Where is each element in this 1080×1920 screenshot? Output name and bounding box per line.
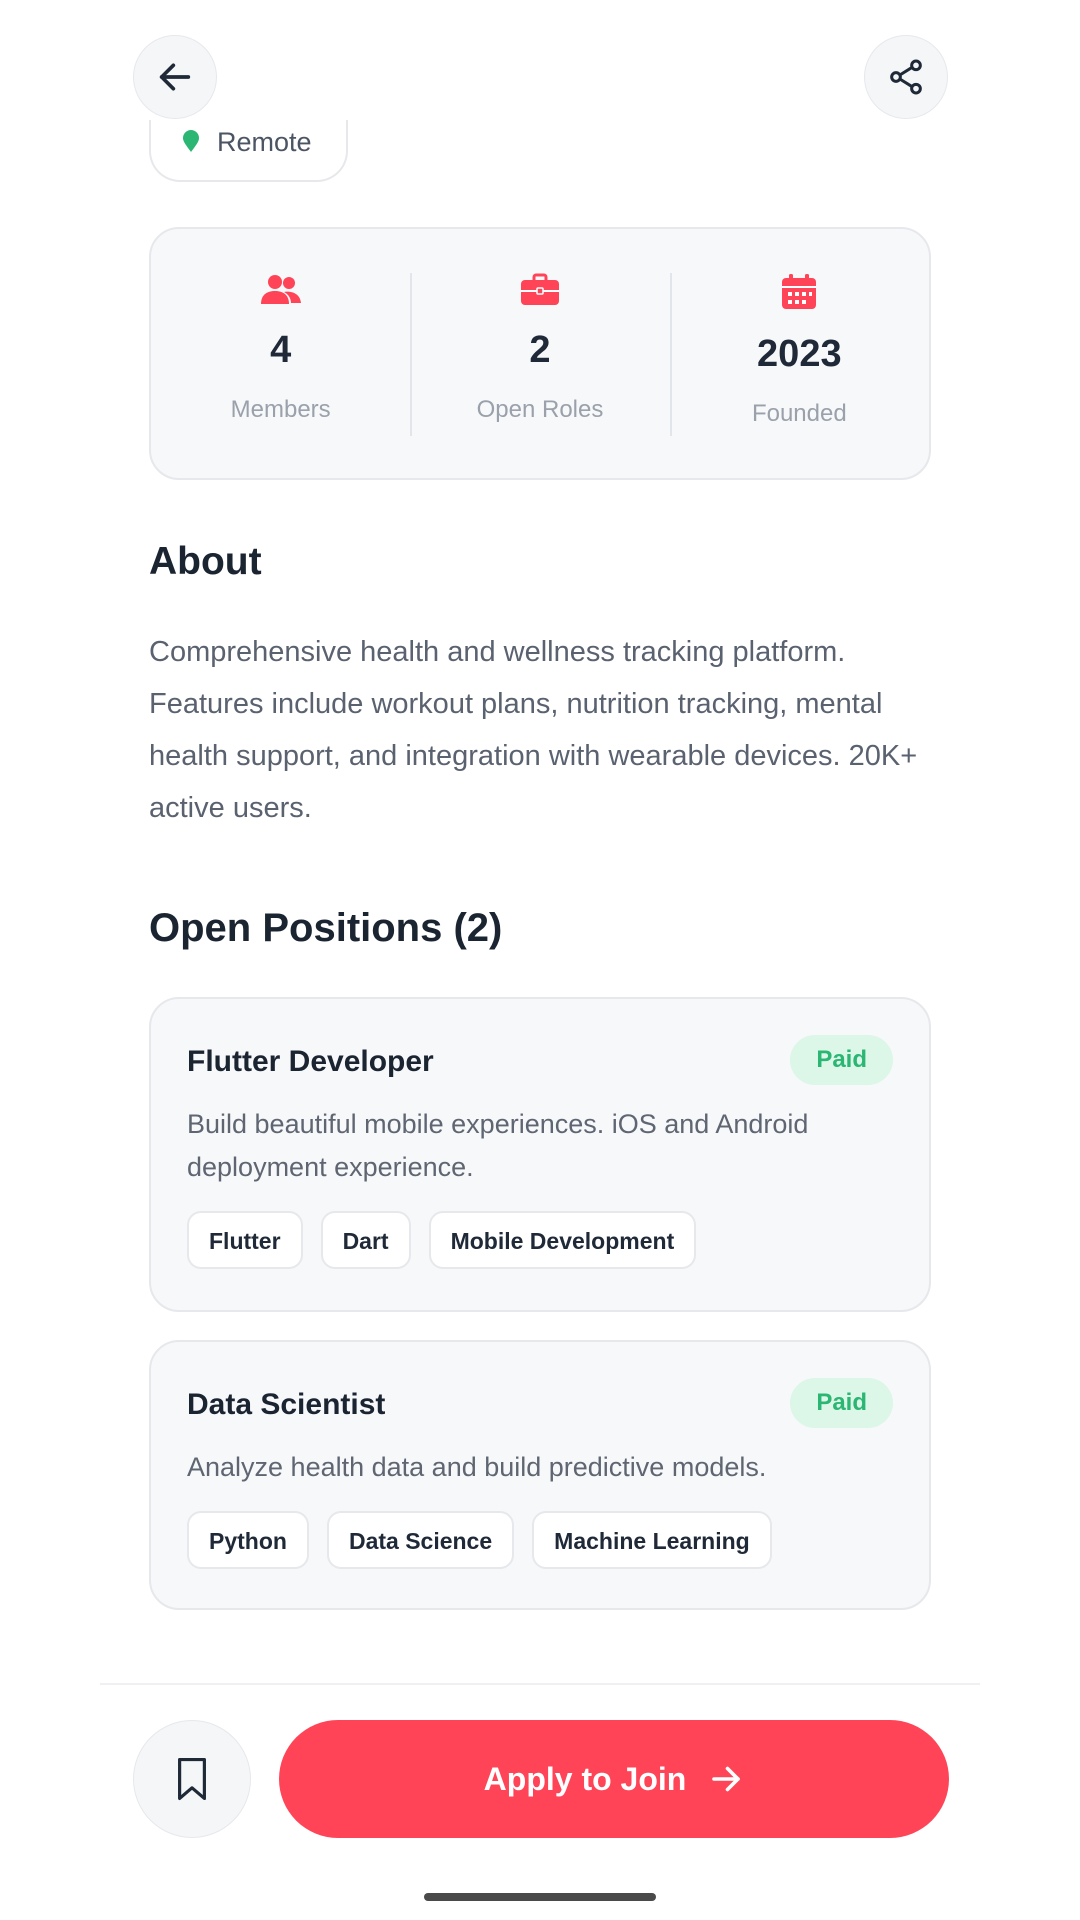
paid-badge: Paid [790, 1035, 893, 1085]
share-button[interactable] [864, 35, 948, 119]
calendar-icon [782, 274, 817, 309]
stat-label: Founded [751, 400, 847, 427]
stat-members: 4 Members [151, 229, 410, 478]
stat-label: Members [230, 396, 331, 423]
arrow-right-icon [712, 1766, 741, 1792]
share-icon [890, 59, 922, 95]
skill-tags: Python Data Science Machine Learning [187, 1511, 893, 1569]
skill-tags: Flutter Dart Mobile Development [187, 1211, 893, 1269]
bookmark-icon [178, 1757, 206, 1801]
apply-button-label: Apply to Join [483, 1760, 687, 1797]
bottom-bar-divider [100, 1683, 980, 1685]
position-title: Data Scientist [187, 1388, 386, 1421]
open-positions-title: Open Positions (2) [149, 906, 503, 950]
users-icon [260, 275, 301, 304]
about-title: About [149, 540, 262, 583]
stat-value: 4 [270, 329, 292, 371]
stat-label: Open Roles [476, 396, 604, 423]
skill-tag: Data Science [326, 1511, 515, 1569]
location-label: Remote [217, 126, 312, 157]
position-title: Flutter Developer [187, 1045, 434, 1078]
skill-tag: Flutter [187, 1211, 303, 1269]
position-description: Analyze health data and build predictive… [187, 1452, 767, 1482]
apply-to-join-button[interactable]: Apply to Join [279, 1720, 949, 1838]
skill-tag: Mobile Development [428, 1211, 697, 1269]
skill-tag: Python [187, 1511, 309, 1569]
paid-badge: Paid [790, 1378, 893, 1428]
position-description: Build beautiful mobile experiences. iOS … [187, 1109, 809, 1182]
home-indicator [424, 1893, 656, 1901]
stat-value: 2023 [757, 333, 842, 375]
skill-tag: Dart [320, 1211, 411, 1269]
skill-tag: Machine Learning [532, 1511, 772, 1569]
position-card-data-scientist[interactable]: Data Scientist Paid Analyze health data … [149, 1340, 931, 1610]
bookmark-button[interactable] [133, 1720, 251, 1838]
about-description: Comprehensive health and wellness tracki… [149, 636, 918, 824]
stats-card: 4 Members 2 Open Roles 2023 Founded [149, 227, 931, 480]
location-pin-icon [183, 130, 199, 152]
arrow-left-icon [159, 63, 191, 91]
briefcase-icon [520, 273, 559, 305]
back-button[interactable] [133, 35, 217, 119]
stat-founded: 2023 Founded [669, 229, 929, 478]
position-card-flutter-developer[interactable]: Flutter Developer Paid Build beautiful m… [149, 997, 931, 1312]
stat-open-roles: 2 Open Roles [410, 229, 669, 478]
location-chip: Remote [149, 120, 348, 182]
stat-value: 2 [529, 329, 551, 371]
